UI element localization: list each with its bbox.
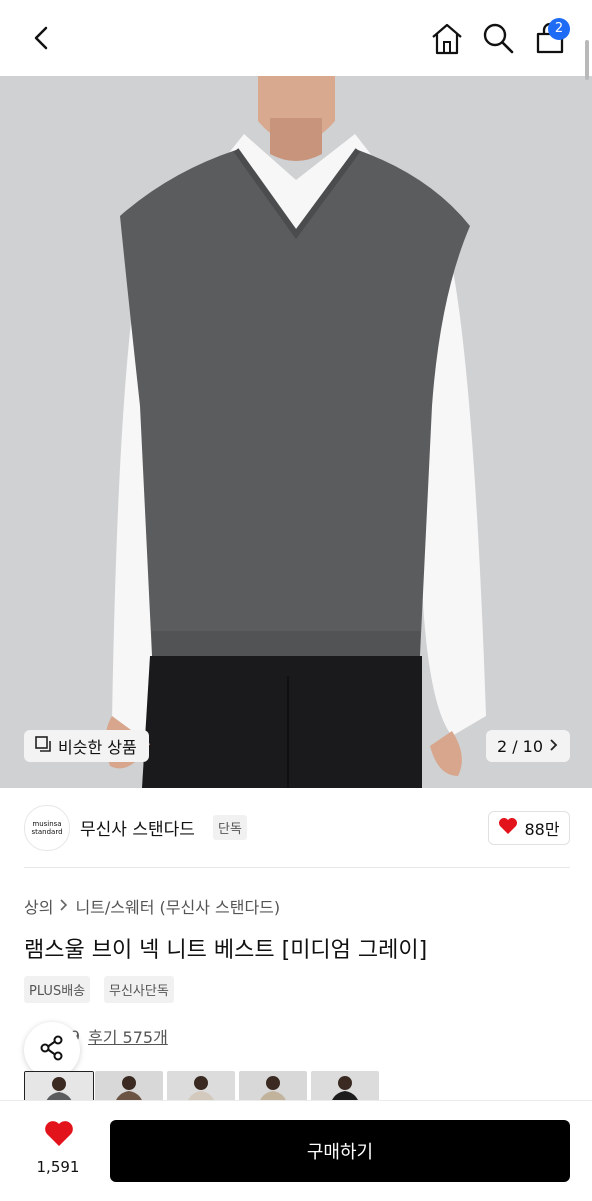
back-icon[interactable] [24, 20, 60, 56]
breadcrumb-item-subcategory[interactable]: 니트/스웨터 (무신사 스탠다드) [75, 894, 280, 918]
buy-button-label: 구매하기 [306, 1142, 374, 1163]
exclusive-tag: 무신사단독 [104, 976, 174, 1003]
brand-logo[interactable]: musinsa standard [24, 805, 70, 851]
wishlist-heart-icon[interactable] [44, 1120, 74, 1148]
buy-button[interactable]: 구매하기 [110, 1120, 570, 1182]
chevron-right-icon [549, 737, 559, 756]
similar-products-button[interactable]: 비슷한 상품 [24, 730, 149, 762]
brand-like-count: 88만 [524, 820, 560, 839]
exclusive-badge: 단독 [213, 815, 247, 840]
image-page-indicator[interactable]: 2 / 10 [486, 730, 570, 762]
brand-name[interactable]: 무신사 스탠다드 [80, 815, 195, 840]
product-image[interactable] [0, 76, 592, 788]
plus-delivery-tag: PLUS배송 [24, 976, 91, 1003]
chevron-right-icon [59, 897, 69, 916]
breadcrumb: 상의 니트/스웨터 (무신사 스탠다드) [24, 894, 280, 918]
share-icon [38, 1034, 66, 1066]
product-title: 램스울 브이 넥 니트 베스트 [미디엄 그레이] [24, 938, 428, 963]
share-button[interactable] [24, 1022, 80, 1078]
brand-logo-text: musinsa standard [31, 820, 63, 836]
similar-products-icon [34, 735, 52, 757]
wishlist-count: 1,591 [36, 1158, 80, 1176]
heart-icon [498, 817, 518, 839]
review-count-link[interactable]: 후기 575개 [88, 1024, 168, 1048]
home-icon[interactable] [428, 20, 466, 58]
brand-like-button[interactable]: 88만 [488, 811, 570, 845]
breadcrumb-item-category[interactable]: 상의 [24, 894, 53, 918]
divider [24, 867, 570, 868]
page-indicator-text: 2 / 10 [496, 736, 544, 756]
similar-products-label: 비슷한 상품 [58, 738, 137, 757]
cart-count-badge: 2 [548, 18, 570, 40]
scrollbar[interactable] [585, 40, 589, 80]
search-icon[interactable] [480, 20, 516, 56]
